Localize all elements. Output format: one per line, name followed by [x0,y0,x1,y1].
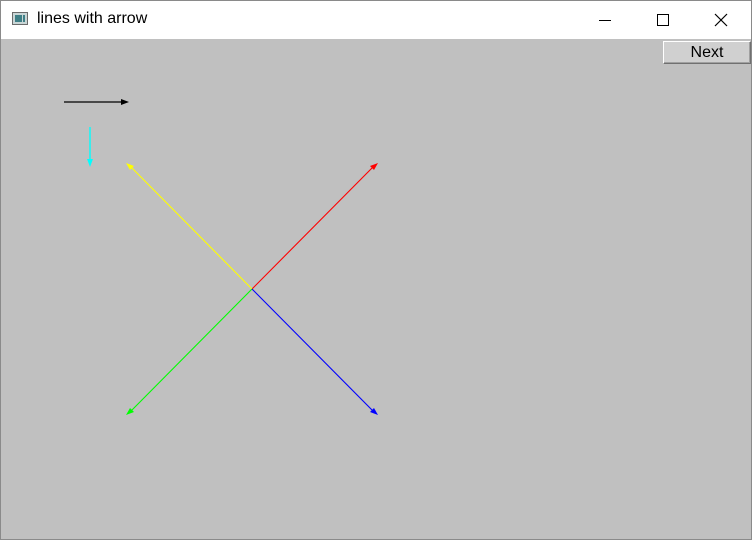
minimize-icon [599,20,611,21]
close-button[interactable] [692,1,750,39]
arrow-cyan-down [87,127,93,167]
arrow-blue-downright [251,288,378,415]
arrow-black-right [64,99,129,105]
close-icon [714,13,728,27]
client-area: Next [1,39,751,539]
minimize-button[interactable] [576,1,634,39]
app-window-icon[interactable] [12,12,28,25]
maximize-button[interactable] [634,1,692,39]
maximize-icon [657,14,669,26]
window-title: lines with arrow [37,10,148,27]
arrow-yellow-upleft [126,163,253,290]
arrow-green-downleft [126,288,253,415]
title-bar[interactable]: lines with arrow [1,1,751,39]
app-window: lines with arrow Next [0,0,752,540]
drawing-canvas [64,99,378,415]
arrow-red-upright [251,163,378,290]
